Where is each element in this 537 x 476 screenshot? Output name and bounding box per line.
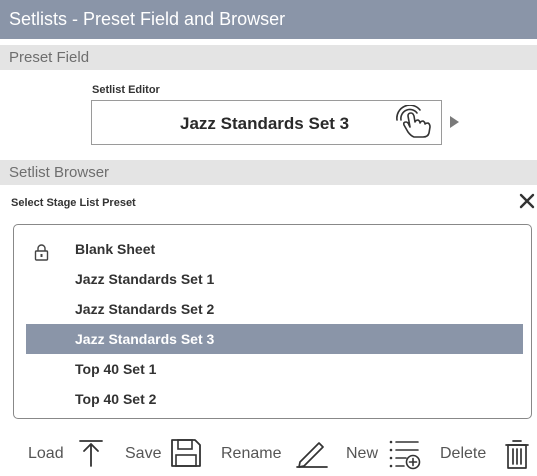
rename-label: Rename bbox=[221, 445, 282, 462]
list-item-top-40-set-1[interactable]: Top 40 Set 1 bbox=[26, 354, 523, 384]
list-item-blank-sheet[interactable]: Blank Sheet bbox=[26, 234, 523, 264]
list-item-label: Jazz Standards Set 1 bbox=[75, 271, 215, 287]
setlist-editor-label: Setlist Editor bbox=[92, 84, 160, 96]
list-item-label: Blank Sheet bbox=[75, 241, 156, 257]
new-label: New bbox=[346, 445, 379, 462]
save-button[interactable]: Save bbox=[125, 432, 207, 476]
preset-field-value: Jazz Standards Set 3 bbox=[180, 114, 350, 133]
editor-arrow-right-icon bbox=[450, 116, 459, 128]
list-item-jazz-standards-set-3[interactable]: Jazz Standards Set 3 bbox=[26, 324, 523, 354]
list-item-top-40-set-2[interactable]: Top 40 Set 2 bbox=[26, 384, 523, 414]
select-preset-label: Select Stage List Preset bbox=[11, 197, 136, 209]
trash-icon bbox=[504, 438, 530, 475]
list-item-jazz-standards-set-2[interactable]: Jazz Standards Set 2 bbox=[26, 294, 523, 324]
delete-button[interactable]: Delete bbox=[440, 432, 532, 476]
preset-field-box[interactable]: Jazz Standards Set 3 bbox=[91, 100, 442, 145]
delete-label: Delete bbox=[440, 445, 487, 462]
pencil-icon bbox=[296, 438, 328, 473]
toolbar: Load Save Rename New Delete bbox=[0, 432, 537, 476]
upload-arrow-icon bbox=[78, 438, 104, 473]
save-label: Save bbox=[125, 445, 162, 462]
list-item-jazz-standards-set-1[interactable]: Jazz Standards Set 1 bbox=[26, 264, 523, 294]
rename-button[interactable]: Rename bbox=[221, 432, 329, 476]
setlist-browser-header: Setlist Browser bbox=[0, 160, 537, 185]
preset-list[interactable]: Blank Sheet Jazz Standards Set 1 Jazz St… bbox=[13, 224, 532, 419]
list-item-label: Jazz Standards Set 2 bbox=[75, 301, 215, 317]
new-list-icon bbox=[388, 438, 422, 475]
close-icon[interactable] bbox=[519, 193, 535, 209]
touch-hand-icon bbox=[392, 104, 434, 146]
window-title: Setlists - Preset Field and Browser bbox=[0, 0, 537, 39]
load-button[interactable]: Load bbox=[28, 432, 108, 476]
list-item-label: Top 40 Set 1 bbox=[75, 361, 157, 377]
preset-field-header: Preset Field bbox=[0, 45, 537, 70]
new-button[interactable]: New bbox=[346, 432, 422, 476]
load-label: Load bbox=[28, 445, 64, 462]
floppy-disk-icon bbox=[170, 438, 202, 473]
list-item-label: Top 40 Set 2 bbox=[75, 391, 157, 407]
list-item-label: Jazz Standards Set 3 bbox=[75, 331, 215, 347]
